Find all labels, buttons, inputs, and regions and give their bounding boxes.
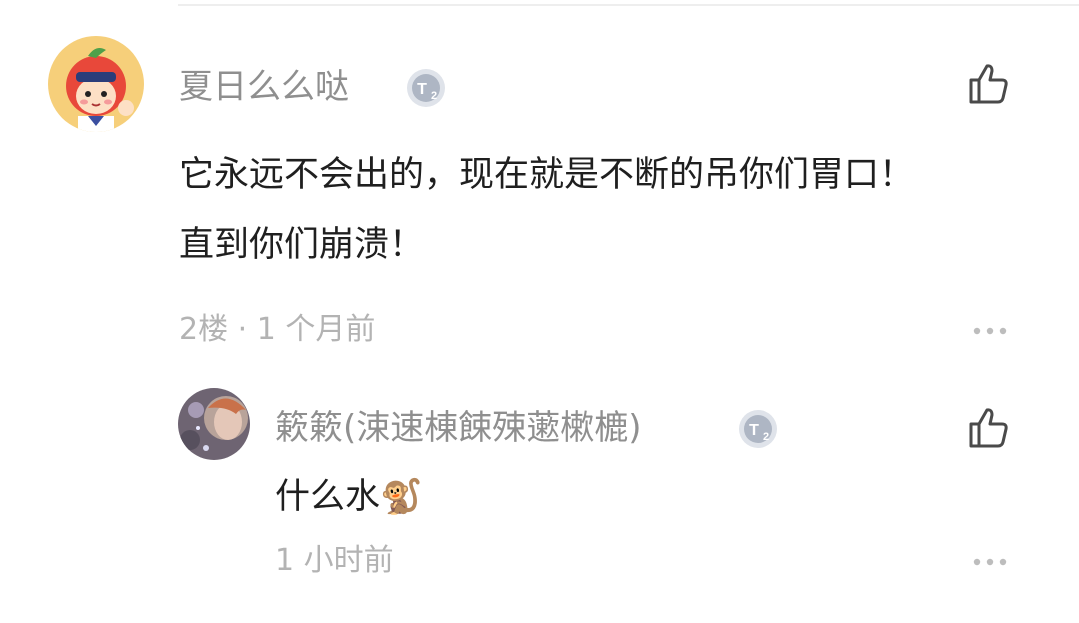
- thumbs-up-icon[interactable]: [966, 61, 1012, 107]
- comment-text-line-2: 直到你们崩溃！: [179, 225, 425, 265]
- reply-username[interactable]: 簌簌(涑速棟餗殐藗樕樚): [275, 408, 642, 448]
- thumbs-up-icon[interactable]: [966, 405, 1012, 451]
- avatar[interactable]: [48, 36, 144, 132]
- more-dots-icon[interactable]: [972, 557, 1008, 567]
- svg-text:T: T: [417, 81, 427, 98]
- reply-text-content: 什么水: [275, 477, 381, 517]
- t2-level-badge-icon: T 2: [407, 69, 445, 107]
- reply-avatar[interactable]: [178, 388, 250, 460]
- monkey-emoji: 🐒: [380, 477, 423, 517]
- svg-text:2: 2: [431, 90, 437, 102]
- more-dots-icon[interactable]: [972, 326, 1008, 336]
- svg-text:T: T: [749, 422, 759, 439]
- comment-meta: 2楼 · 1 个月前: [179, 312, 376, 347]
- comment-text-line-1: 它永远不会出的，现在就是不断的吊你们胃口！: [179, 155, 915, 195]
- reply-text: 什么水🐒: [275, 466, 422, 528]
- t2-level-badge-icon: T 2: [739, 410, 777, 448]
- reply-meta: 1 小时前: [275, 543, 394, 578]
- divider: [178, 4, 1079, 6]
- svg-text:2: 2: [763, 431, 769, 443]
- comment-username[interactable]: 夏日么么哒: [179, 67, 349, 107]
